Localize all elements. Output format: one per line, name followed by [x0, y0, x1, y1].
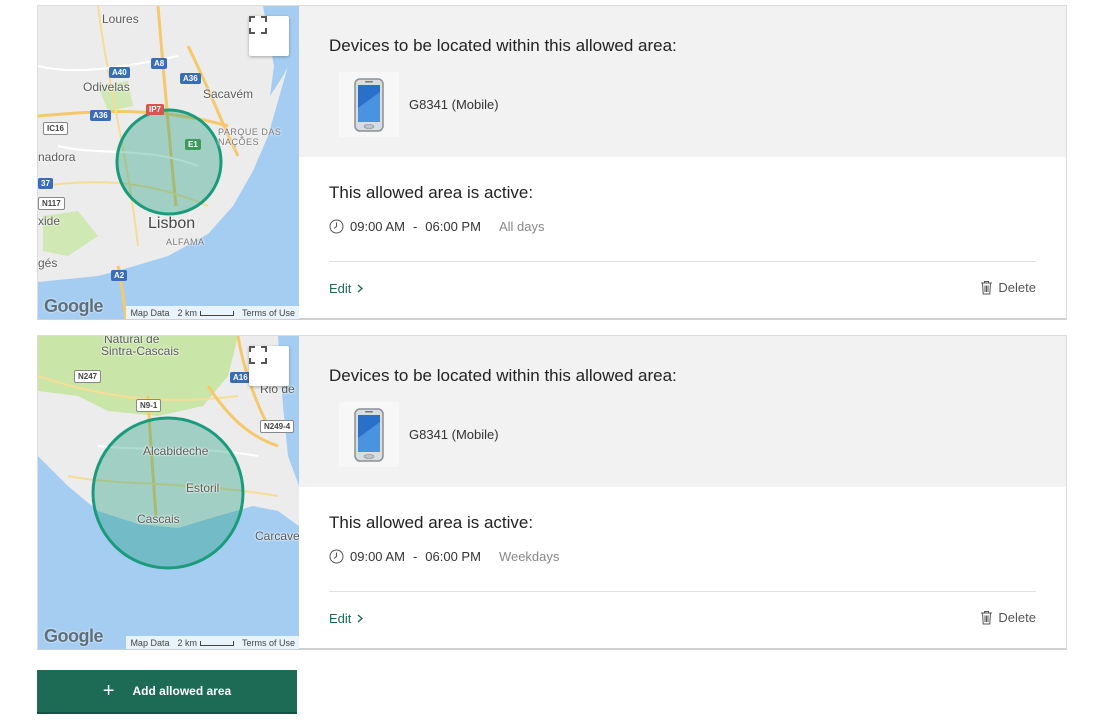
road-shield: N9-1 — [136, 399, 162, 412]
edit-label: Edit — [329, 611, 352, 626]
start-time: 09:00 AM — [350, 219, 405, 234]
map-scale: 2 km — [177, 638, 234, 648]
map-label: gés — [38, 256, 58, 270]
start-time: 09:00 AM — [350, 549, 405, 564]
scale-bar — [199, 310, 234, 316]
fullscreen-icon — [249, 346, 267, 364]
chevron-right-icon — [357, 284, 364, 293]
road-shield: IC16 — [43, 122, 68, 135]
map-label: PARQUE DAS — [218, 127, 282, 137]
terms-link[interactable]: Terms of Use — [242, 638, 295, 648]
map-label: Sacavém — [203, 87, 254, 101]
divider — [329, 261, 1036, 262]
divider — [329, 591, 1036, 592]
edit-link[interactable]: Edit — [329, 611, 364, 626]
map-label: xide — [38, 214, 61, 228]
trash-icon — [981, 611, 993, 625]
road-shield: N247 — [74, 370, 102, 383]
smartphone-icon — [354, 407, 384, 462]
add-allowed-area-button[interactable]: + Add allowed area — [37, 670, 297, 714]
time-separator: - — [412, 549, 418, 564]
device-thumbnail — [339, 72, 399, 137]
smartphone-icon — [354, 77, 384, 132]
allowed-area-card: Loures Odivelas Sacavém PARQUE DAS NAÇÕE… — [37, 5, 1067, 320]
map-label: Carcave — [255, 529, 299, 543]
device-label: G8341 (Mobile) — [409, 427, 499, 442]
add-allowed-area-label: Add allowed area — [132, 684, 232, 698]
clock-icon — [329, 219, 344, 234]
end-time: 06:00 PM — [425, 219, 481, 234]
map-scale: 2 km — [177, 308, 234, 318]
area-details: Devices to be located within this allowe… — [299, 336, 1066, 648]
road-shield: A36 — [90, 110, 111, 121]
area-map[interactable]: Natural de Sintra-Cascais Rio de Alcabid… — [38, 336, 299, 649]
fullscreen-icon — [249, 16, 267, 34]
fullscreen-button[interactable] — [249, 16, 289, 56]
google-logo: Google — [44, 626, 104, 646]
edit-link[interactable]: Edit — [329, 281, 364, 296]
map-label-city: Lisbon — [148, 215, 196, 232]
map-label: NAÇÕES — [218, 137, 260, 147]
area-map[interactable]: Loures Odivelas Sacavém PARQUE DAS NAÇÕE… — [38, 6, 299, 319]
road-shield: N117 — [38, 197, 65, 210]
road-shield: E1 — [185, 139, 201, 150]
device-thumbnail — [339, 402, 399, 467]
chevron-right-icon — [357, 614, 364, 623]
edit-label: Edit — [329, 281, 352, 296]
road-shield: A16 — [230, 372, 251, 383]
map-label: Cascais — [137, 512, 180, 526]
trash-icon — [981, 281, 993, 295]
map-data-link[interactable]: Map Data — [130, 638, 169, 648]
end-time: 06:00 PM — [425, 549, 481, 564]
map-label: Estoril — [186, 481, 220, 495]
device-item: G8341 (Mobile) — [339, 72, 499, 137]
map-label: nadora — [38, 150, 76, 164]
scale-bar — [199, 640, 234, 646]
road-shield: N249-4 — [260, 420, 295, 433]
clock-icon — [329, 549, 344, 564]
road-shield: A2 — [111, 270, 128, 281]
delete-button[interactable]: Delete — [980, 610, 1036, 625]
map-label: ALFAMA — [166, 237, 205, 247]
schedule: 09:00 AM - 06:00 PM Weekdays — [329, 549, 559, 564]
active-title: This allowed area is active: — [329, 513, 534, 532]
devices-title: Devices to be located within this allowe… — [329, 36, 677, 55]
device-label: G8341 (Mobile) — [409, 97, 499, 112]
device-item: G8341 (Mobile) — [339, 402, 499, 467]
terms-link[interactable]: Terms of Use — [242, 308, 295, 318]
road-shield: A40 — [109, 67, 130, 78]
days-label: All days — [498, 219, 545, 234]
road-shield: 37 — [38, 178, 53, 189]
area-details: Devices to be located within this allowe… — [299, 6, 1066, 318]
map-label: Sintra-Cascais — [101, 344, 180, 358]
map-label: Odivelas — [83, 80, 130, 94]
fullscreen-button[interactable] — [249, 346, 289, 386]
map-attribution: Map Data 2 km Terms of Use — [126, 306, 299, 319]
devices-section: Devices to be located within this allowe… — [299, 336, 1066, 487]
road-shield: IP7 — [146, 104, 165, 115]
delete-label: Delete — [998, 610, 1036, 625]
devices-section: Devices to be located within this allowe… — [299, 6, 1066, 157]
days-label: Weekdays — [498, 549, 560, 564]
active-title: This allowed area is active: — [329, 183, 534, 202]
plus-icon: + — [102, 680, 115, 702]
google-logo: Google — [44, 296, 104, 316]
active-section: This allowed area is active: 09:00 AM - … — [299, 157, 1066, 318]
time-separator: - — [412, 219, 418, 234]
allowed-area-card: Natural de Sintra-Cascais Rio de Alcabid… — [37, 335, 1067, 650]
devices-title: Devices to be located within this allowe… — [329, 366, 677, 385]
map-data-link[interactable]: Map Data — [130, 308, 169, 318]
map-attribution: Map Data 2 km Terms of Use — [126, 636, 299, 649]
active-section: This allowed area is active: 09:00 AM - … — [299, 487, 1066, 648]
delete-label: Delete — [998, 280, 1036, 295]
delete-button[interactable]: Delete — [980, 280, 1036, 295]
schedule: 09:00 AM - 06:00 PM All days — [329, 219, 544, 234]
map-label: Loures — [102, 12, 139, 26]
road-shield: A8 — [151, 58, 168, 69]
road-shield: A36 — [180, 73, 201, 84]
map-label: Alcabideche — [143, 444, 209, 458]
